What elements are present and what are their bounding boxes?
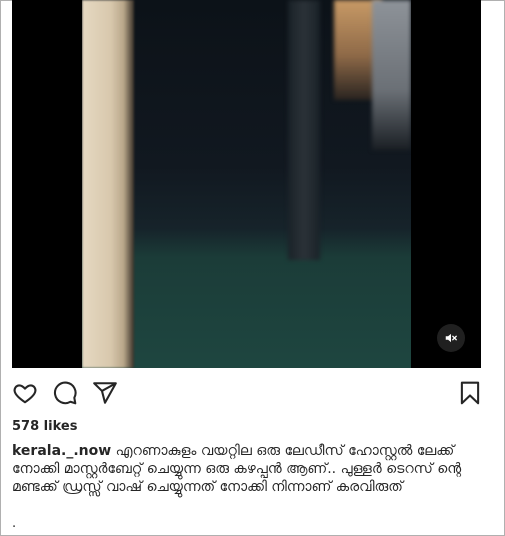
share-button[interactable] [92, 380, 118, 406]
like-button[interactable] [12, 380, 38, 406]
comment-button[interactable] [52, 380, 78, 406]
likes-count[interactable]: 578 likes [12, 419, 77, 434]
heart-icon [13, 384, 37, 404]
caption-trailing-dot: . [12, 516, 17, 531]
speaker-muted-icon [445, 333, 457, 343]
caption-username[interactable]: kerala._.now [12, 443, 111, 459]
bookmark-icon [460, 381, 480, 405]
video-cloth [372, 0, 411, 150]
video-curtain [82, 0, 134, 368]
post-video[interactable] [12, 0, 481, 368]
post-actions [12, 380, 481, 406]
video-frame [82, 0, 411, 368]
paper-plane-icon [93, 382, 117, 404]
save-button[interactable] [457, 380, 483, 406]
post-caption: kerala._.now എറണാകുളം വയറ്റില ഒരു ലേഡീസ്… [12, 442, 492, 496]
video-pillar [288, 0, 320, 260]
mute-button[interactable] [437, 324, 465, 352]
comment-icon [53, 381, 77, 405]
